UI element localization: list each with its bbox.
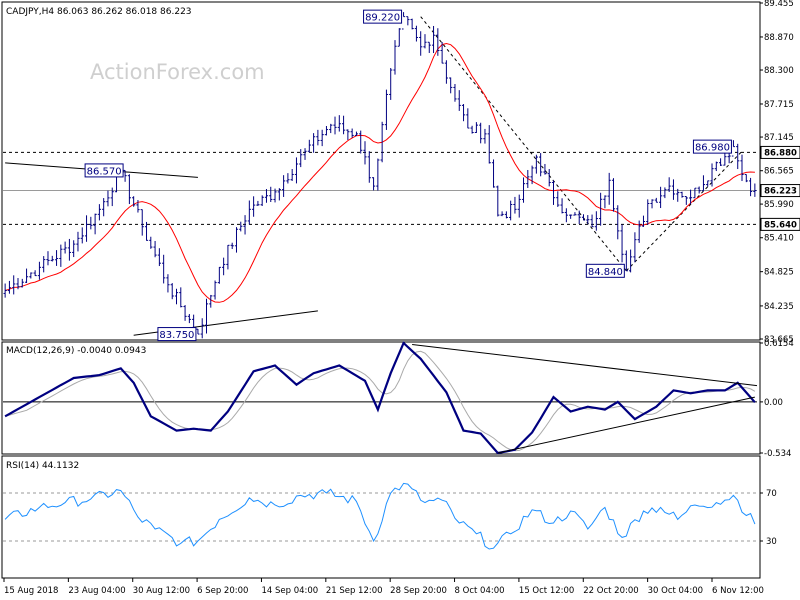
- annotation-label: 86.980: [695, 143, 730, 154]
- macd-axis-tick-label: -0.534: [764, 449, 791, 459]
- price-axis-tick-label: 88.870: [764, 33, 794, 43]
- time-axis-tick-label: 6 Nov 12:00: [712, 586, 764, 596]
- price-axis-tick-label: 84.235: [764, 302, 794, 312]
- time-axis-tick-label: 8 Oct 04:00: [455, 586, 505, 596]
- price-axis-tick-label: 89.455: [764, 0, 794, 9]
- rsi-axis-tick-label: 30: [766, 537, 777, 547]
- price-level-text: 86.880: [764, 148, 797, 158]
- price-axis-tick-label: 87.715: [764, 100, 794, 110]
- price-panel-title: CADJPY,H4 86.063 86.262 86.018 86.223: [6, 7, 192, 17]
- time-axis-tick-label: 14 Sep 04:00: [261, 586, 318, 596]
- annotation-label: 86.570: [87, 166, 122, 177]
- time-axis-tick-label: 21 Sep 12:00: [326, 586, 383, 596]
- macd-axis-tick-label: 0.00: [764, 398, 783, 408]
- annotation-label: 89.220: [365, 13, 400, 24]
- price-level-text: 86.223: [764, 187, 797, 197]
- price-level-label: 86.880: [760, 145, 800, 159]
- price-axis-tick-label: 84.825: [764, 268, 794, 278]
- price-annotation: 86.980: [692, 139, 732, 154]
- price-annotation: 83.750: [157, 327, 197, 342]
- time-axis-tick-label: 6 Sep 20:00: [197, 586, 248, 596]
- time-axis-tick-label: 30 Aug 12:00: [133, 586, 190, 596]
- chart-background: [0, 0, 800, 600]
- price-level-text: 85.640: [764, 220, 797, 230]
- time-axis-tick-label: 15 Aug 2018: [4, 586, 58, 596]
- time-axis-tick-label: 15 Oct 12:00: [519, 586, 574, 596]
- watermark: ActionForex.com: [90, 60, 265, 84]
- price-level-label: 85.640: [760, 217, 800, 231]
- time-axis-tick-label: 28 Sep 20:00: [390, 586, 447, 596]
- cadjpy-h4-chart: ActionForex.com CADJPY,H4 86.063 86.262 …: [0, 0, 800, 600]
- macd-axis-tick-label: 0.6154: [764, 339, 794, 349]
- price-axis-tick-label: 85.410: [764, 234, 794, 244]
- price-axis-tick-label: 86.565: [764, 167, 794, 177]
- rsi-axis-tick-label: 70: [766, 489, 777, 499]
- time-axis-tick-label: 23 Aug 04:00: [68, 586, 125, 596]
- price-annotation: 86.570: [84, 163, 124, 178]
- price-axis-tick-label: 88.300: [764, 66, 794, 76]
- annotation-label: 84.840: [588, 267, 623, 278]
- chart-svg: ActionForex.com CADJPY,H4 86.063 86.262 …: [0, 0, 800, 600]
- price-level-label: 86.223: [760, 184, 800, 198]
- time-axis-tick-label: 30 Oct 04:00: [648, 586, 703, 596]
- annotation-label: 83.750: [159, 330, 194, 341]
- price-annotation: 89.220: [363, 9, 403, 24]
- rsi-panel-title: RSI(14) 44.1132: [6, 461, 79, 471]
- price-axis-tick-label: 85.990: [764, 200, 794, 210]
- macd-panel-title: MACD(12,26,9) -0.0040 0.0943: [6, 346, 146, 356]
- price-axis-tick-label: 87.145: [764, 133, 794, 143]
- price-annotation: 84.840: [585, 263, 625, 278]
- time-axis-tick-label: 22 Oct 20:00: [583, 586, 638, 596]
